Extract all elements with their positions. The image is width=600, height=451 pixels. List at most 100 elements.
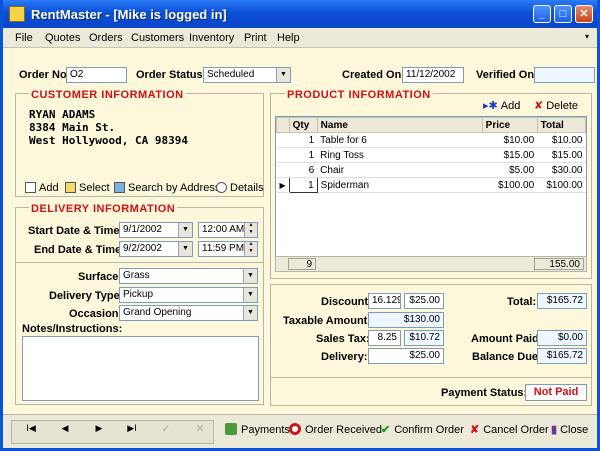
menu-print[interactable]: Print — [244, 32, 267, 44]
cancel-order-button[interactable]: ✘ Cancel Order — [470, 423, 549, 436]
col-qty[interactable]: Qty — [288, 117, 318, 133]
delivery-fee-input[interactable]: $25.00 — [368, 348, 444, 364]
taxable-amount-label: Taxable Amount: — [283, 315, 372, 327]
order-status-select[interactable]: Scheduled ▼ — [203, 67, 291, 83]
col-name[interactable]: Name — [316, 117, 483, 133]
surface-select[interactable]: Grass ▼ — [119, 268, 258, 284]
chevron-down-icon[interactable]: ▼ — [276, 68, 290, 82]
menu-file[interactable]: File — [15, 32, 33, 44]
table-row[interactable]: 6 Chair $5.00 $30.00 — [276, 162, 586, 178]
add-customer-button[interactable]: Add — [25, 182, 59, 194]
details-button[interactable]: Details — [216, 182, 264, 194]
name-cell[interactable]: Spiderman — [317, 177, 483, 193]
minimize-button[interactable]: _ — [533, 5, 551, 23]
chevron-down-icon[interactable]: ▾ — [585, 32, 589, 41]
notes-textarea[interactable] — [22, 336, 259, 401]
total-field: $165.72 — [537, 293, 587, 309]
add-product-button[interactable]: ▸✱ Add — [483, 99, 520, 112]
close-label: Close — [560, 424, 589, 436]
chevron-down-icon[interactable]: ▼ — [243, 306, 257, 320]
verified-on-field[interactable] — [534, 67, 595, 83]
order-received-button[interactable]: Order Received — [289, 423, 382, 436]
save-check-icon[interactable]: ✓ — [155, 422, 177, 435]
chevron-down-icon[interactable]: ▼ — [178, 223, 192, 237]
start-date-value: 9/1/2002 — [123, 224, 162, 235]
taxable-amount-field: $130.00 — [368, 312, 444, 328]
menu-customers[interactable]: Customers — [131, 32, 184, 44]
table-row[interactable]: 1 Table for 6 $10.00 $10.00 — [276, 132, 586, 148]
delete-product-button[interactable]: ✘ Delete — [534, 99, 578, 112]
price-cell[interactable]: $15.00 — [482, 147, 538, 163]
end-date-select[interactable]: 9/2/2002 ▼ — [119, 241, 193, 257]
confirm-order-button[interactable]: ✔ Confirm Order — [381, 423, 464, 436]
product-grid[interactable]: Qty Name Price Total 1 Table for 6 $10.0… — [275, 116, 587, 270]
col-price[interactable]: Price — [481, 117, 538, 133]
row-selector[interactable] — [276, 162, 290, 178]
table-row[interactable]: ▶ 1 Spiderman $100.00 $100.00 — [276, 177, 586, 193]
payments-label: Payments — [241, 424, 290, 436]
search-by-address-button[interactable]: Search by Address — [114, 182, 220, 194]
end-time-value: 11:59 PM — [202, 243, 245, 254]
price-cell[interactable]: $10.00 — [482, 132, 538, 148]
start-datetime-label: Start Date & Time: — [28, 225, 124, 237]
name-cell[interactable]: Ring Toss — [317, 147, 483, 163]
spinner-icon[interactable]: ▲ ▼ — [244, 242, 257, 256]
app-icon — [9, 6, 25, 22]
current-row-arrow-icon[interactable]: ▶ — [276, 177, 290, 193]
last-record-button[interactable]: ▶I — [121, 424, 143, 434]
qty-cell[interactable]: 6 — [289, 162, 318, 178]
maximize-button[interactable]: □ — [554, 5, 572, 23]
prev-record-button[interactable]: ◀ — [54, 424, 76, 434]
menu-help[interactable]: Help — [277, 32, 300, 44]
select-customer-button[interactable]: Select — [65, 182, 110, 194]
grid-footer: 9 155.00 — [275, 256, 587, 272]
spinner-icon[interactable]: ▲ ▼ — [244, 223, 257, 237]
chevron-down-icon[interactable]: ▼ — [178, 242, 192, 256]
start-date-select[interactable]: 9/1/2002 ▼ — [119, 222, 193, 238]
tax-rate-input[interactable]: 8.25 — [368, 330, 401, 346]
undo-x-icon[interactable]: ✕ — [189, 422, 211, 435]
row-selector[interactable] — [276, 147, 290, 163]
row-selector[interactable] — [276, 132, 290, 148]
discount-amount-input[interactable]: $25.00 — [404, 293, 444, 309]
chevron-down-icon[interactable]: ▼ — [243, 288, 257, 302]
first-record-button[interactable]: I◀ — [20, 424, 42, 434]
close-button[interactable]: ▮ Close — [551, 423, 588, 436]
start-time-input[interactable]: 12:00 AM ▲ ▼ — [198, 222, 258, 238]
delivery-heading: DELIVERY INFORMATION — [29, 203, 178, 215]
delivery-type-select[interactable]: Pickup ▼ — [119, 287, 258, 303]
col-total[interactable]: Total — [536, 117, 587, 133]
chevron-down-icon[interactable]: ▼ — [243, 269, 257, 283]
app-window: RentMaster - [Mike is logged in] _ □ ✕ F… — [0, 0, 600, 451]
next-record-button[interactable]: ▶ — [88, 424, 110, 434]
divider — [271, 377, 591, 378]
qty-cell[interactable]: 1 — [289, 147, 318, 163]
discount-percent-input[interactable]: 16.129 — [368, 293, 401, 309]
search-by-address-label: Search by Address — [128, 182, 221, 194]
name-cell[interactable]: Chair — [317, 162, 483, 178]
table-row[interactable]: 1 Ring Toss $15.00 $15.00 — [276, 147, 586, 163]
qty-cell[interactable]: 1 — [289, 132, 318, 148]
price-cell[interactable]: $5.00 — [482, 162, 538, 178]
price-cell[interactable]: $100.00 — [482, 177, 538, 193]
menu-orders[interactable]: Orders — [89, 32, 123, 44]
close-window-button[interactable]: ✕ — [575, 5, 593, 23]
occasion-label: Occasion: — [69, 308, 123, 320]
payment-status-badge: Not Paid — [525, 384, 587, 401]
name-cell[interactable]: Table for 6 — [317, 132, 483, 148]
grid-header-row: Qty Name Price Total — [276, 117, 587, 133]
menu-quotes[interactable]: Quotes — [45, 32, 80, 44]
notes-label: Notes/Instructions: — [22, 323, 123, 335]
total-label: Total: — [507, 296, 537, 308]
created-on-label: Created On: — [342, 69, 405, 81]
order-status-value: Scheduled — [207, 69, 255, 80]
occasion-select[interactable]: Grand Opening ▼ — [119, 305, 258, 321]
end-time-input[interactable]: 11:59 PM ▲ ▼ — [198, 241, 258, 257]
cancel-order-label: Cancel Order — [483, 424, 549, 436]
qty-cell[interactable]: 1 — [288, 177, 318, 193]
no-entry-icon — [289, 423, 301, 435]
order-no-input[interactable]: O2 — [66, 67, 127, 83]
sales-tax-label: Sales Tax: — [316, 333, 370, 345]
menu-inventory[interactable]: Inventory — [189, 32, 234, 44]
payments-button[interactable]: Payments — [225, 423, 290, 436]
